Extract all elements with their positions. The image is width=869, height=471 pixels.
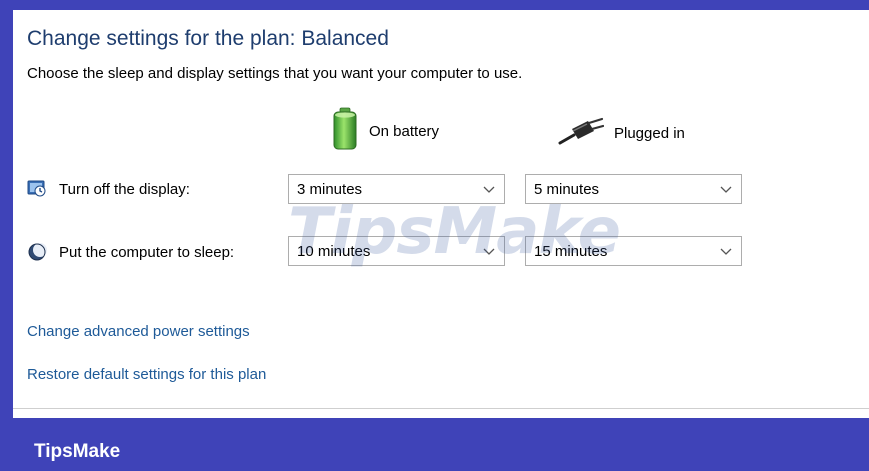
display-icon: [27, 179, 47, 199]
sleep-on-battery-value: 10 minutes: [297, 242, 371, 260]
column-header-battery: On battery: [331, 107, 439, 155]
setting-row-sleep-label: Put the computer to sleep:: [27, 242, 234, 262]
power-plug-icon: [558, 117, 605, 149]
sleep-setting-label: Put the computer to sleep:: [59, 243, 235, 261]
chevron-down-icon: [483, 248, 495, 255]
divider: [13, 408, 869, 409]
brand-logo-text: TipsMake: [34, 441, 121, 462]
display-plugged-in-value: 5 minutes: [534, 180, 600, 198]
setting-row-display-label: Turn off the display:: [27, 179, 190, 199]
chevron-down-icon: [720, 186, 732, 193]
chevron-down-icon: [483, 186, 495, 193]
battery-column-label: On battery: [369, 122, 440, 140]
sleep-plugged-in-value: 15 minutes: [534, 242, 608, 260]
restore-default-settings-link[interactable]: Restore default settings for this plan: [27, 366, 266, 383]
display-on-battery-dropdown[interactable]: 3 minutes: [288, 174, 505, 204]
sleep-moon-icon: [27, 242, 47, 262]
display-plugged-in-dropdown[interactable]: 5 minutes: [525, 174, 742, 204]
plugged-in-column-label: Plugged in: [614, 124, 685, 142]
display-on-battery-value: 3 minutes: [297, 180, 363, 198]
sleep-on-battery-dropdown[interactable]: 10 minutes: [288, 236, 505, 266]
page-title: Change settings for the plan: Balanced: [27, 27, 389, 50]
column-header-plugged-in: Plugged in: [558, 117, 685, 149]
chevron-down-icon: [720, 248, 732, 255]
sleep-plugged-in-dropdown[interactable]: 15 minutes: [525, 236, 742, 266]
battery-icon: [331, 107, 359, 155]
display-setting-label: Turn off the display:: [59, 180, 190, 198]
page-subtitle: Choose the sleep and display settings th…: [27, 65, 523, 82]
change-advanced-power-settings-link[interactable]: Change advanced power settings: [27, 323, 250, 340]
power-plan-settings-panel: Change settings for the plan: Balanced C…: [13, 10, 869, 418]
